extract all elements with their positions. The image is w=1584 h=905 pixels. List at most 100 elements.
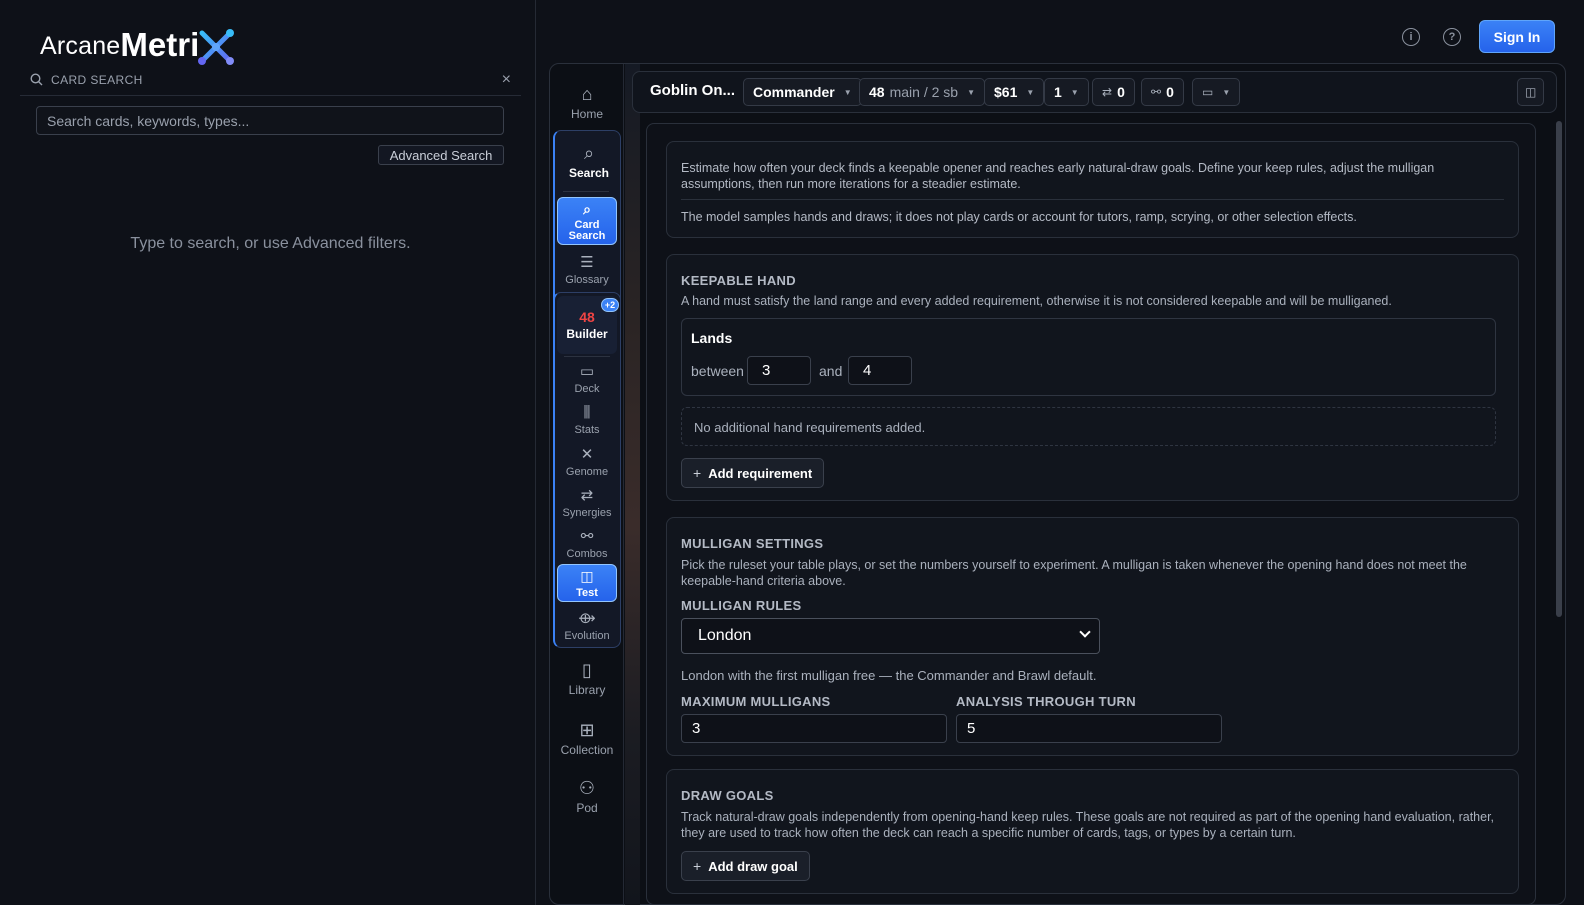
plus-icon: + <box>693 858 702 874</box>
deck-name[interactable]: Goblin On... <box>650 82 735 99</box>
add-requirement-button[interactable]: + Add requirement <box>681 458 825 488</box>
home-icon: ⌂ <box>581 84 593 104</box>
price-dropdown[interactable]: $61 ▼ <box>984 78 1045 106</box>
sign-in-button[interactable]: Sign In <box>1479 20 1555 53</box>
copies-value: 1 <box>1054 84 1062 100</box>
keepable-hand-card: KEEPABLE HAND A hand must satisfy the la… <box>666 254 1519 501</box>
link-icon: ⚯ <box>1151 85 1162 99</box>
nav-library-label: Library <box>568 683 606 697</box>
content-scrollbar[interactable] <box>1556 121 1562 617</box>
nav-collection[interactable]: ⊞ Collection <box>556 720 618 757</box>
nav-search[interactable]: ⌕ Search <box>558 143 620 180</box>
evolution-icon: ⟴ <box>578 610 596 627</box>
card-search-input[interactable] <box>36 106 504 135</box>
lands-box: Lands between 3 and 4 <box>681 318 1496 396</box>
nav-home[interactable]: ⌂ Home <box>556 84 618 121</box>
copies-dropdown[interactable]: 1 ▼ <box>1044 78 1089 106</box>
chevron-down-icon <box>1079 626 1091 638</box>
link-icon: ⚯ <box>580 528 594 545</box>
analysis-turn-label: ANALYSIS THROUGH TURN <box>956 694 1136 709</box>
nav-evolution[interactable]: ⟴ Evolution <box>556 610 618 643</box>
mulligan-rules-select[interactable]: London <box>681 618 1100 654</box>
lands-title: Lands <box>691 330 733 346</box>
test-icon: ◫ <box>580 567 594 584</box>
nav-deck-label: Deck <box>574 383 600 395</box>
chevron-down-icon: ▼ <box>1026 87 1035 97</box>
help-icon[interactable]: ? <box>1443 28 1461 46</box>
genome-icon: ✕ <box>580 446 594 463</box>
draw-goals-card: DRAW GOALS Track natural-draw goals inde… <box>666 769 1519 894</box>
search-icon <box>30 73 43 86</box>
test-panel-button[interactable]: ◫ <box>1517 78 1545 106</box>
art-backdrop <box>625 64 640 905</box>
nav-genome[interactable]: ✕ Genome <box>556 446 618 479</box>
swap-count: 0 <box>1117 84 1125 100</box>
no-requirements-note: No additional hand requirements added. <box>681 407 1496 446</box>
card-search-title: CARD SEARCH <box>51 72 143 87</box>
draw-goals-title: DRAW GOALS <box>681 788 774 803</box>
link-count: 0 <box>1166 84 1174 100</box>
users-icon: ⚇ <box>578 778 596 798</box>
nav-card-search[interactable]: ⌕ Card Search <box>557 197 617 245</box>
nav-synergies[interactable]: ⇄ Synergies <box>556 488 618 520</box>
grid-icon: ⊞ <box>579 720 595 740</box>
logo-x-icon <box>198 29 235 65</box>
info-icon[interactable]: i <box>1402 28 1420 46</box>
between-label: between <box>691 363 744 379</box>
close-icon[interactable]: × <box>502 71 511 89</box>
min-lands-input[interactable]: 3 <box>747 356 811 385</box>
nav-library[interactable]: ▯ Library <box>556 660 618 697</box>
mulligan-desc: Pick the ruleset your table plays, or se… <box>681 558 1467 588</box>
panel-divider[interactable] <box>535 0 536 905</box>
mulligan-title: MULLIGAN SETTINGS <box>681 536 824 551</box>
nav-separator <box>563 191 609 192</box>
app-logo[interactable]: Arcane Metri <box>40 18 235 65</box>
links-button[interactable]: ⚯ 0 <box>1141 78 1184 106</box>
search-icon: ⌕ <box>583 200 591 217</box>
nav-separator <box>564 356 610 357</box>
add-draw-goal-button[interactable]: + Add draw goal <box>681 851 810 881</box>
nav-glossary[interactable]: ☰ Glossary <box>556 254 618 287</box>
nav-pod-label: Pod <box>576 801 598 815</box>
chevron-down-icon: ▼ <box>1070 87 1079 97</box>
nav-deck[interactable]: ▭ Deck <box>556 364 618 396</box>
swaps-button[interactable]: ⇄ 0 <box>1092 78 1135 106</box>
card-search-header: CARD SEARCH × <box>20 64 521 96</box>
chevron-down-icon: ▼ <box>843 87 852 97</box>
mulligan-rules-note: London with the first mulligan free — th… <box>681 668 1097 683</box>
nav-stats[interactable]: ⫼ Stats <box>556 405 618 437</box>
max-lands-input[interactable]: 4 <box>848 356 912 385</box>
logo-text-metri: Metri <box>120 26 200 63</box>
intro-card: Estimate how often your deck finds a kee… <box>666 141 1519 238</box>
nav-synergies-label: Synergies <box>562 507 612 519</box>
add-draw-goal-label: Add draw goal <box>708 858 798 874</box>
nav-test[interactable]: ◫ Test <box>557 564 617 602</box>
list-icon: ☰ <box>580 254 594 271</box>
view-dropdown[interactable]: ▭ ▼ <box>1192 78 1241 106</box>
nav-builder[interactable]: 48 Builder +2 <box>557 296 619 354</box>
card-view-icon: ▭ <box>1202 85 1214 99</box>
nav-pod[interactable]: ⚇ Pod <box>556 778 618 815</box>
draw-goals-desc: Track natural-draw goals independently f… <box>681 810 1495 840</box>
format-value: Commander <box>753 84 835 100</box>
test-icon: ◫ <box>1525 85 1537 99</box>
nav-builder-label: Builder <box>566 327 608 341</box>
max-mulligans-input[interactable]: 3 <box>681 714 947 743</box>
main-count: 48 <box>869 84 885 100</box>
analysis-turn-input[interactable]: 5 <box>956 714 1222 743</box>
swap-icon: ⇄ <box>1102 85 1113 99</box>
keepable-desc: A hand must satisfy the land range and e… <box>681 294 1392 308</box>
nav-home-label: Home <box>570 107 603 121</box>
max-mulligans-label: MAXIMUM MULLIGANS <box>681 694 831 709</box>
and-label: and <box>819 363 843 379</box>
format-dropdown[interactable]: Commander ▼ <box>743 78 862 106</box>
advanced-search-button[interactable]: Advanced Search <box>378 145 504 165</box>
nav-card-search-label: Card Search <box>568 218 606 242</box>
nav-test-label: Test <box>576 586 598 599</box>
deck-size-dropdown[interactable]: 48 main / 2 sb ▼ <box>859 78 985 106</box>
intro-text: Estimate how often your deck finds a kee… <box>681 161 1435 191</box>
intro-note: The model samples hands and draws; it do… <box>681 210 1357 224</box>
logo-text-arcane: Arcane <box>40 32 121 60</box>
nav-stats-label: Stats <box>574 424 600 436</box>
nav-combos[interactable]: ⚯ Combos <box>556 528 618 561</box>
